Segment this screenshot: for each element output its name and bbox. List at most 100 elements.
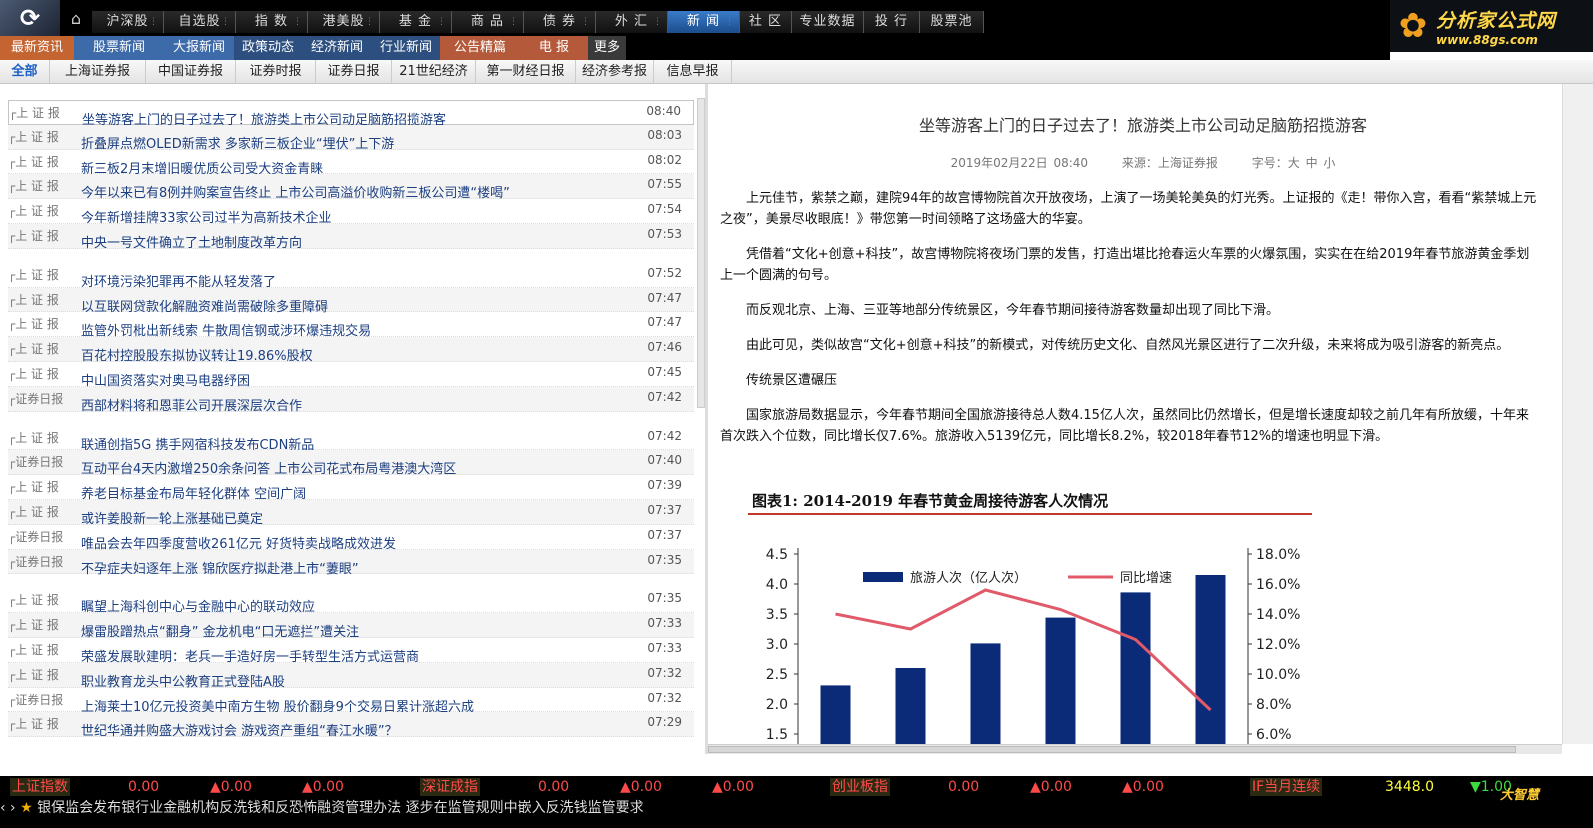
news-row[interactable]: ┌上 证 报坐等游客上门的日子过去了！旅游类上市公司动足脑筋招揽游客 08:40 xyxy=(8,100,694,128)
news-row[interactable]: ┌上 证 报 世纪华通并购盛大游戏讨会 游戏资产重组“春江水暖”？ 07:29 xyxy=(8,712,694,739)
subnav-item-1[interactable]: 股票新闻 xyxy=(74,36,164,60)
tab-1[interactable]: 上海证券报 xyxy=(50,60,146,83)
tab-7[interactable]: 经济参考报 xyxy=(576,60,654,83)
news-time: 07:42 xyxy=(647,428,682,443)
ticker-index-name[interactable]: 深证成指 xyxy=(420,778,480,796)
subnav-item-6[interactable]: 公告精篇 xyxy=(440,36,520,60)
nav-item-4[interactable]: 基 金 ⋮ xyxy=(380,11,452,33)
nav-dropdown-icon: ⋮ xyxy=(221,17,231,27)
article-chart: 图表1: 2014-2019 年春节黄金周接待游客人次情况 4.5 4.0 3.5 3.… xyxy=(748,484,1312,744)
news-row[interactable]: ┌上 证 报新三板2月末增旧暖优质公司受大资金青睐 08:02 xyxy=(8,150,694,177)
news-row[interactable]: ┌上 证 报荣盛发展耿建明：老兵一手造好房一手转型生活方式运营商 07:33 xyxy=(8,638,694,665)
y-left-tick: 2.0 xyxy=(766,697,788,713)
news-row[interactable]: ┌上 证 报以互联网贷款化解融资难尚需破除多重障碍 07:47 xyxy=(8,287,694,315)
subnav-item-2[interactable]: 大报新闻 xyxy=(164,36,234,60)
y-left-tick: 3.0 xyxy=(766,637,788,653)
news-row[interactable]: ┌上 证 报养老目标基金布局年轻化群体 空间广阔 07:39 xyxy=(8,475,694,502)
news-row[interactable]: ┌上 证 报今年以来已有8例并购案宣告终止 上市公司高溢价收购新三板公司遭“楼喝… xyxy=(8,174,694,201)
article-paragraph: 由此可见，类似故宫“文化+创意+科技”的新模式，对传统历史文化、自然风光景区进行… xyxy=(746,338,1510,353)
news-source: ┌上 证 报 xyxy=(8,618,59,633)
tab-0[interactable]: 全部 xyxy=(0,60,50,83)
news-list-scrollbar[interactable] xyxy=(697,98,705,408)
main-nav: 沪深股 ⋮ 自选股 ⋮ 指 数 ⋮ 港美股 ⋮ 基 金 ⋮ 商 品 ⋮ 债 券 ⋮ 外 汇 ⋮ 新 闻 ⋮ 社 区专… xyxy=(92,11,984,33)
news-row[interactable]: ┌证券日报 互动平台4天内激增250余条问答 上市公司花式布局粤港澳大湾区 07:4… xyxy=(8,450,694,477)
article-scrollbar[interactable] xyxy=(1562,84,1593,744)
subnav-item-7[interactable]: 电 报 xyxy=(520,36,588,60)
ticker-index-name[interactable]: 上证指数 xyxy=(10,778,70,796)
news-time: 07:33 xyxy=(647,616,682,631)
nav-item-5[interactable]: 商 品 ⋮ xyxy=(452,11,524,33)
news-row[interactable]: ┌上 证 报瞩望上海科创中心与金融中心的联动效应 07:35 xyxy=(8,588,694,615)
news-row[interactable]: ┌证券日报 西部材料将和恩菲公司开展深层次合作 07:42 xyxy=(8,386,694,414)
news-source: ┌证券日报 xyxy=(8,529,64,544)
news-row[interactable]: ┌上 证 报中山国资落实对奥马电器纾困 07:45 xyxy=(8,362,694,389)
news-row[interactable]: ┌上 证 报监管外罚枇出新线索 牛散周信钢或涉环爆违规交易 07:47 xyxy=(8,312,694,339)
y-left-tick: 4.5 xyxy=(766,547,788,563)
hscroll-thumb[interactable] xyxy=(708,746,1516,753)
news-title[interactable]: 中央一号文件确立了土地制度改革方向 xyxy=(81,232,302,251)
nav-item-2[interactable]: 指 数 ⋮ xyxy=(236,11,308,33)
news-row[interactable]: ┌上 证 报爆雷股蹭热点“翻身” 金龙机电“口无遮拦”遭关注 07:33 xyxy=(8,613,694,640)
nav-item-7[interactable]: 外 汇 ⋮ xyxy=(596,11,668,33)
news-row[interactable]: ┌证券日报 唯品会去年四季度营收261亿元 好货特卖战略成效进发 07:37 xyxy=(8,525,694,552)
news-title[interactable]: 世纪华通并购盛大游戏讨会 游戏资产重组“春江水暖”？ xyxy=(81,720,398,739)
subnav-item-8[interactable]: 更多 xyxy=(588,36,626,60)
article-source: 来源：上海证券报 xyxy=(1121,156,1218,170)
nav-item-8[interactable]: 新 闻 ⋮ xyxy=(668,11,740,33)
bar xyxy=(1195,575,1226,744)
news-title[interactable]: 西部材料将和恩菲公司开展深层次合作 xyxy=(81,395,302,414)
news-row[interactable]: ┌上 证 报或许姜股新一轮上涨基础已奠定 07:37 xyxy=(8,499,694,527)
news-row[interactable]: ┌上 证 报联通创指5G 携手网宿科技发布CDN新品 07:42 xyxy=(8,426,694,453)
subnav-item-4[interactable]: 经济新闻 xyxy=(302,36,372,60)
top-bar: ⟳ ⌂ 沪深股 ⋮ 自选股 ⋮ 指 数 ⋮ 港美股 ⋮ 基 金 ⋮ 商 品 ⋮ 债 券 ⋮ 外 汇 ⋮ 新 闻 ⋮… xyxy=(0,0,1593,36)
news-title[interactable]: 不孕症夫妇逐年上涨 锦欣医疗拟赴港上市“萋眼” xyxy=(81,558,359,577)
news-row[interactable]: ┌上 证 报对环境污染犯罪再不能从轻发落了 07:52 xyxy=(8,263,694,290)
bar xyxy=(895,668,926,744)
source-tabs: 全部 上海证券报 中国证券报 证券时报 证券日报 21世纪经济 第一财经日报 经济参考报 信息早… xyxy=(0,60,1593,84)
nav-item-12[interactable]: 股票池 xyxy=(920,11,984,33)
ticker-change-pct: ▲0.00 xyxy=(302,779,344,795)
nav-item-6[interactable]: 债 券 ⋮ xyxy=(524,11,596,33)
ticker-futures-name[interactable]: IF当月连续 xyxy=(1250,778,1323,796)
news-row[interactable]: ┌证券日报 上海莱士10亿元投资美中南方生物 股价翻身9个交易日累计涨超六成 07:… xyxy=(8,688,694,715)
tab-5[interactable]: 21世纪经济 xyxy=(392,60,476,83)
subnav-item-0[interactable]: 最新资讯 xyxy=(0,36,74,60)
article-hscrollbar[interactable] xyxy=(708,744,1562,754)
news-time: 07:46 xyxy=(647,340,682,355)
news-row[interactable]: ┌上 证 报今年新增挂牌33家公司过半为高新技术企业 07:54 xyxy=(8,199,694,226)
nav-item-10[interactable]: 专业数据 xyxy=(792,11,864,33)
prev-next-icon[interactable]: ‹ › xyxy=(0,800,20,816)
news-row[interactable]: ┌上 证 报 中央一号文件确立了土地制度改革方向 07:53 xyxy=(8,223,694,251)
tab-2[interactable]: 中国证券报 xyxy=(146,60,236,83)
news-time: 07:55 xyxy=(647,177,682,192)
app-logo-icon[interactable]: ⟳ xyxy=(0,0,60,36)
nav-item-0[interactable]: 沪深股 ⋮ xyxy=(92,11,164,33)
nav-item-9[interactable]: 社 区 xyxy=(740,11,792,33)
font-size-control[interactable]: 字号：大 中 小 xyxy=(1252,156,1336,170)
news-time: 08:03 xyxy=(647,127,682,142)
brand-banner[interactable]: ✿ 分析家公式网 www.88gs.com xyxy=(1390,0,1593,52)
news-row[interactable]: ┌上 证 报百花村控股股东拟协议转让19.86%股权 07:46 xyxy=(8,337,694,364)
dzh-brand[interactable]: 大智慧 xyxy=(1500,784,1539,803)
subnav-item-5[interactable]: 行业新闻 xyxy=(372,36,440,60)
nav-item-3[interactable]: 港美股 ⋮ xyxy=(308,11,380,33)
home-icon[interactable]: ⌂ xyxy=(66,10,86,28)
article-paragraph: 而反观北京、上海、三亚等地部分传统景区，今年春节期间接待游客数量却出现了同比下滑… xyxy=(746,303,1280,318)
news-source: ┌上 证 报 xyxy=(8,154,59,169)
nav-item-11[interactable]: 投 行 xyxy=(864,11,920,33)
tab-4[interactable]: 证券日报 xyxy=(316,60,392,83)
ticker-futures-value: 3448.0 xyxy=(1385,779,1434,795)
scrolling-headline[interactable]: ‹ › ★ 银保监会发布银行业金融机构反洗钱和反恐怖融资管理办法 逐步在监管规则… xyxy=(0,798,1593,818)
ticker-index-name[interactable]: 创业板指 xyxy=(830,778,890,796)
tab-8[interactable]: 信息早报 xyxy=(654,60,732,83)
news-source: ┌上 证 报 xyxy=(8,642,59,657)
tab-3[interactable]: 证券时报 xyxy=(236,60,316,83)
news-row[interactable]: ┌上 证 报折叠屏点燃OLED新需求 多家新三板企业“埋伏”上下游 08:03 xyxy=(8,124,694,152)
nav-item-1[interactable]: 自选股 ⋮ xyxy=(164,11,236,33)
bar xyxy=(1045,617,1076,744)
bar xyxy=(970,643,1001,744)
tab-6[interactable]: 第一财经日报 xyxy=(476,60,576,83)
news-row[interactable]: ┌上 证 报职业教育龙头中公教育正式登陆A股 07:32 xyxy=(8,662,694,690)
subnav-item-3[interactable]: 政策动态 xyxy=(234,36,302,60)
news-row[interactable]: ┌证券日报 不孕症夫妇逐年上涨 锦欣医疗拟赴港上市“萋眼” 07:35 xyxy=(8,549,694,577)
